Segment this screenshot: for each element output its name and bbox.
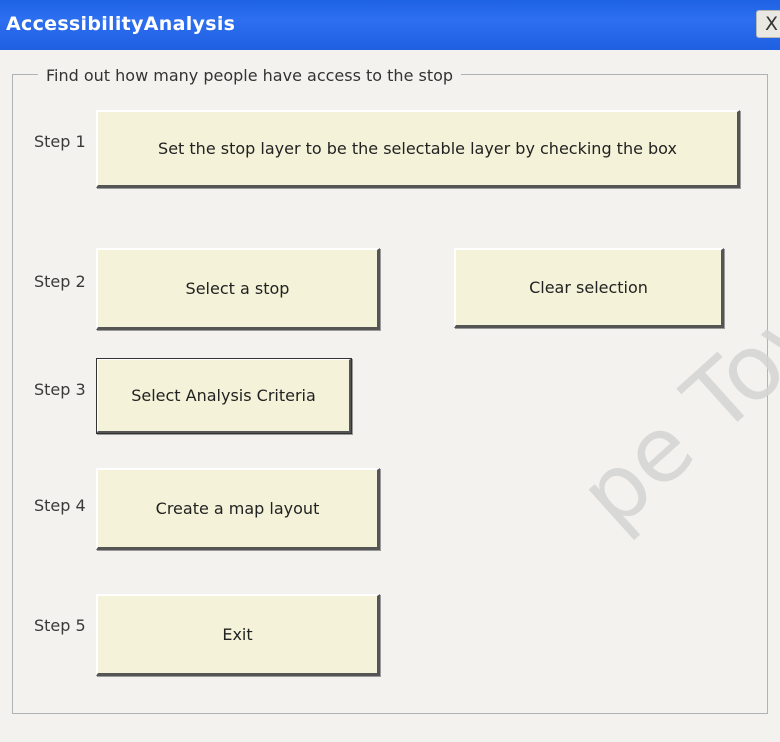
clear-selection-button[interactable]: Clear selection [454,248,724,328]
dialog-body: Find out how many people have access to … [0,50,780,742]
title-bar[interactable]: AccessibilityAnalysis X [0,0,780,50]
exit-button[interactable]: Exit [96,594,380,676]
select-a-stop-button[interactable]: Select a stop [96,248,380,330]
frame-caption: Find out how many people have access to … [38,66,462,85]
select-analysis-criteria-button-label: Select Analysis Criteria [131,386,316,405]
step-4-label: Step 4 [34,496,86,515]
create-map-layout-button-label: Create a map layout [155,499,320,518]
select-analysis-criteria-button[interactable]: Select Analysis Criteria [96,358,352,434]
close-icon: X [765,13,779,35]
set-selectable-layer-button-label: Set the stop layer to be the selectable … [158,139,677,158]
step-1-label: Step 1 [34,132,86,151]
create-map-layout-button[interactable]: Create a map layout [96,468,380,550]
window-title: AccessibilityAnalysis [6,13,236,35]
accessibility-analysis-window: AccessibilityAnalysis X Find out how man… [0,0,780,742]
select-a-stop-button-label: Select a stop [185,279,290,298]
clear-selection-button-label: Clear selection [529,278,648,297]
step-3-label: Step 3 [34,380,86,399]
set-selectable-layer-button[interactable]: Set the stop layer to be the selectable … [96,110,740,188]
step-2-label: Step 2 [34,272,86,291]
exit-button-label: Exit [222,625,253,644]
step-5-label: Step 5 [34,616,86,635]
close-button[interactable]: X [756,10,780,38]
